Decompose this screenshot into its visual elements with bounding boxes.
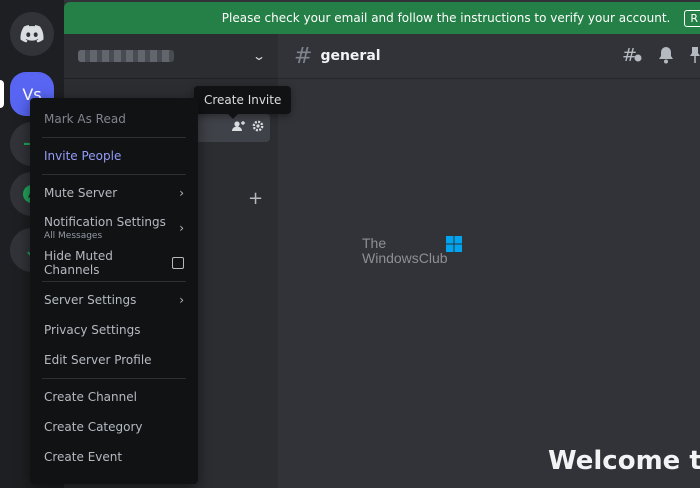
menu-sublabel: All Messages (44, 231, 103, 241)
menu-item-server-settings[interactable]: Server Settings › (38, 285, 190, 315)
channel-header: # general # (278, 34, 700, 79)
watermark-line1: The (362, 235, 387, 251)
header-toolbar: # (622, 46, 700, 64)
menu-separator (42, 174, 186, 175)
menu-item-privacy-settings[interactable]: Privacy Settings (38, 315, 190, 345)
menu-label: Create Event (44, 450, 123, 464)
welcome-heading: Welcome to (548, 446, 700, 476)
checkbox[interactable] (172, 257, 184, 269)
discord-logo-icon (20, 25, 44, 43)
pin-icon[interactable] (690, 46, 700, 64)
menu-label: Hide Muted Channels (44, 249, 113, 277)
menu-separator (42, 137, 186, 138)
menu-separator (42, 281, 186, 282)
channel-title: general (320, 48, 381, 64)
svg-text:#: # (622, 46, 637, 64)
menu-item-hide-muted-channels[interactable]: Hide Muted Channels (38, 248, 190, 278)
create-channel-plus-icon[interactable]: + (248, 188, 263, 209)
menu-label: Notification Settings (44, 215, 166, 229)
menu-label: Create Category (44, 420, 143, 434)
menu-label: Server Settings (44, 293, 137, 307)
menu-label: Create Channel (44, 390, 137, 404)
notice-message: Please check your email and follow the i… (221, 11, 671, 25)
menu-label: Privacy Settings (44, 323, 141, 337)
menu-item-edit-server-profile[interactable]: Edit Server Profile (38, 345, 190, 375)
watermark-flag-icon (446, 236, 462, 252)
chevron-right-icon: › (179, 293, 184, 307)
menu-label: Mute Server (44, 186, 118, 200)
selected-server-indicator (0, 80, 4, 108)
watermark: The WindowsClub (362, 235, 462, 266)
threads-icon[interactable]: # (622, 46, 642, 64)
menu-item-mute-server[interactable]: Mute Server › (38, 178, 190, 208)
create-invite-tooltip: Create Invite (194, 86, 292, 119)
bell-icon[interactable] (658, 46, 674, 64)
menu-label: Invite People (44, 149, 122, 163)
chevron-down-icon: ⌄ (251, 49, 267, 63)
menu-label-group: Notification Settings All Messages (44, 215, 166, 241)
chevron-right-icon: › (179, 221, 184, 235)
hash-icon: # (294, 43, 313, 69)
server-name-redacted (78, 50, 174, 62)
server-context-menu: Mark As Read Invite People Mute Server › … (30, 98, 198, 484)
menu-item-create-event[interactable]: Create Event (38, 442, 190, 472)
server-header[interactable]: ⌄ (64, 34, 278, 79)
verify-email-notice: Please check your email and follow the i… (64, 2, 700, 34)
resend-button[interactable]: R (684, 9, 700, 27)
menu-label: Mark As Read (44, 112, 126, 126)
menu-separator (42, 378, 186, 379)
gear-icon[interactable] (252, 120, 264, 132)
menu-label: Edit Server Profile (44, 353, 152, 367)
menu-item-mark-as-read[interactable]: Mark As Read (38, 104, 190, 134)
discord-home-button[interactable] (10, 12, 54, 56)
menu-item-invite-people[interactable]: Invite People (38, 141, 190, 171)
chevron-right-icon: › (179, 186, 184, 200)
create-invite-icon[interactable] (232, 120, 246, 132)
menu-item-notification-settings[interactable]: Notification Settings All Messages › (38, 208, 190, 248)
menu-item-create-channel[interactable]: Create Channel (38, 382, 190, 412)
watermark-line2: WindowsClub (362, 250, 448, 266)
menu-item-create-category[interactable]: Create Category (38, 412, 190, 442)
